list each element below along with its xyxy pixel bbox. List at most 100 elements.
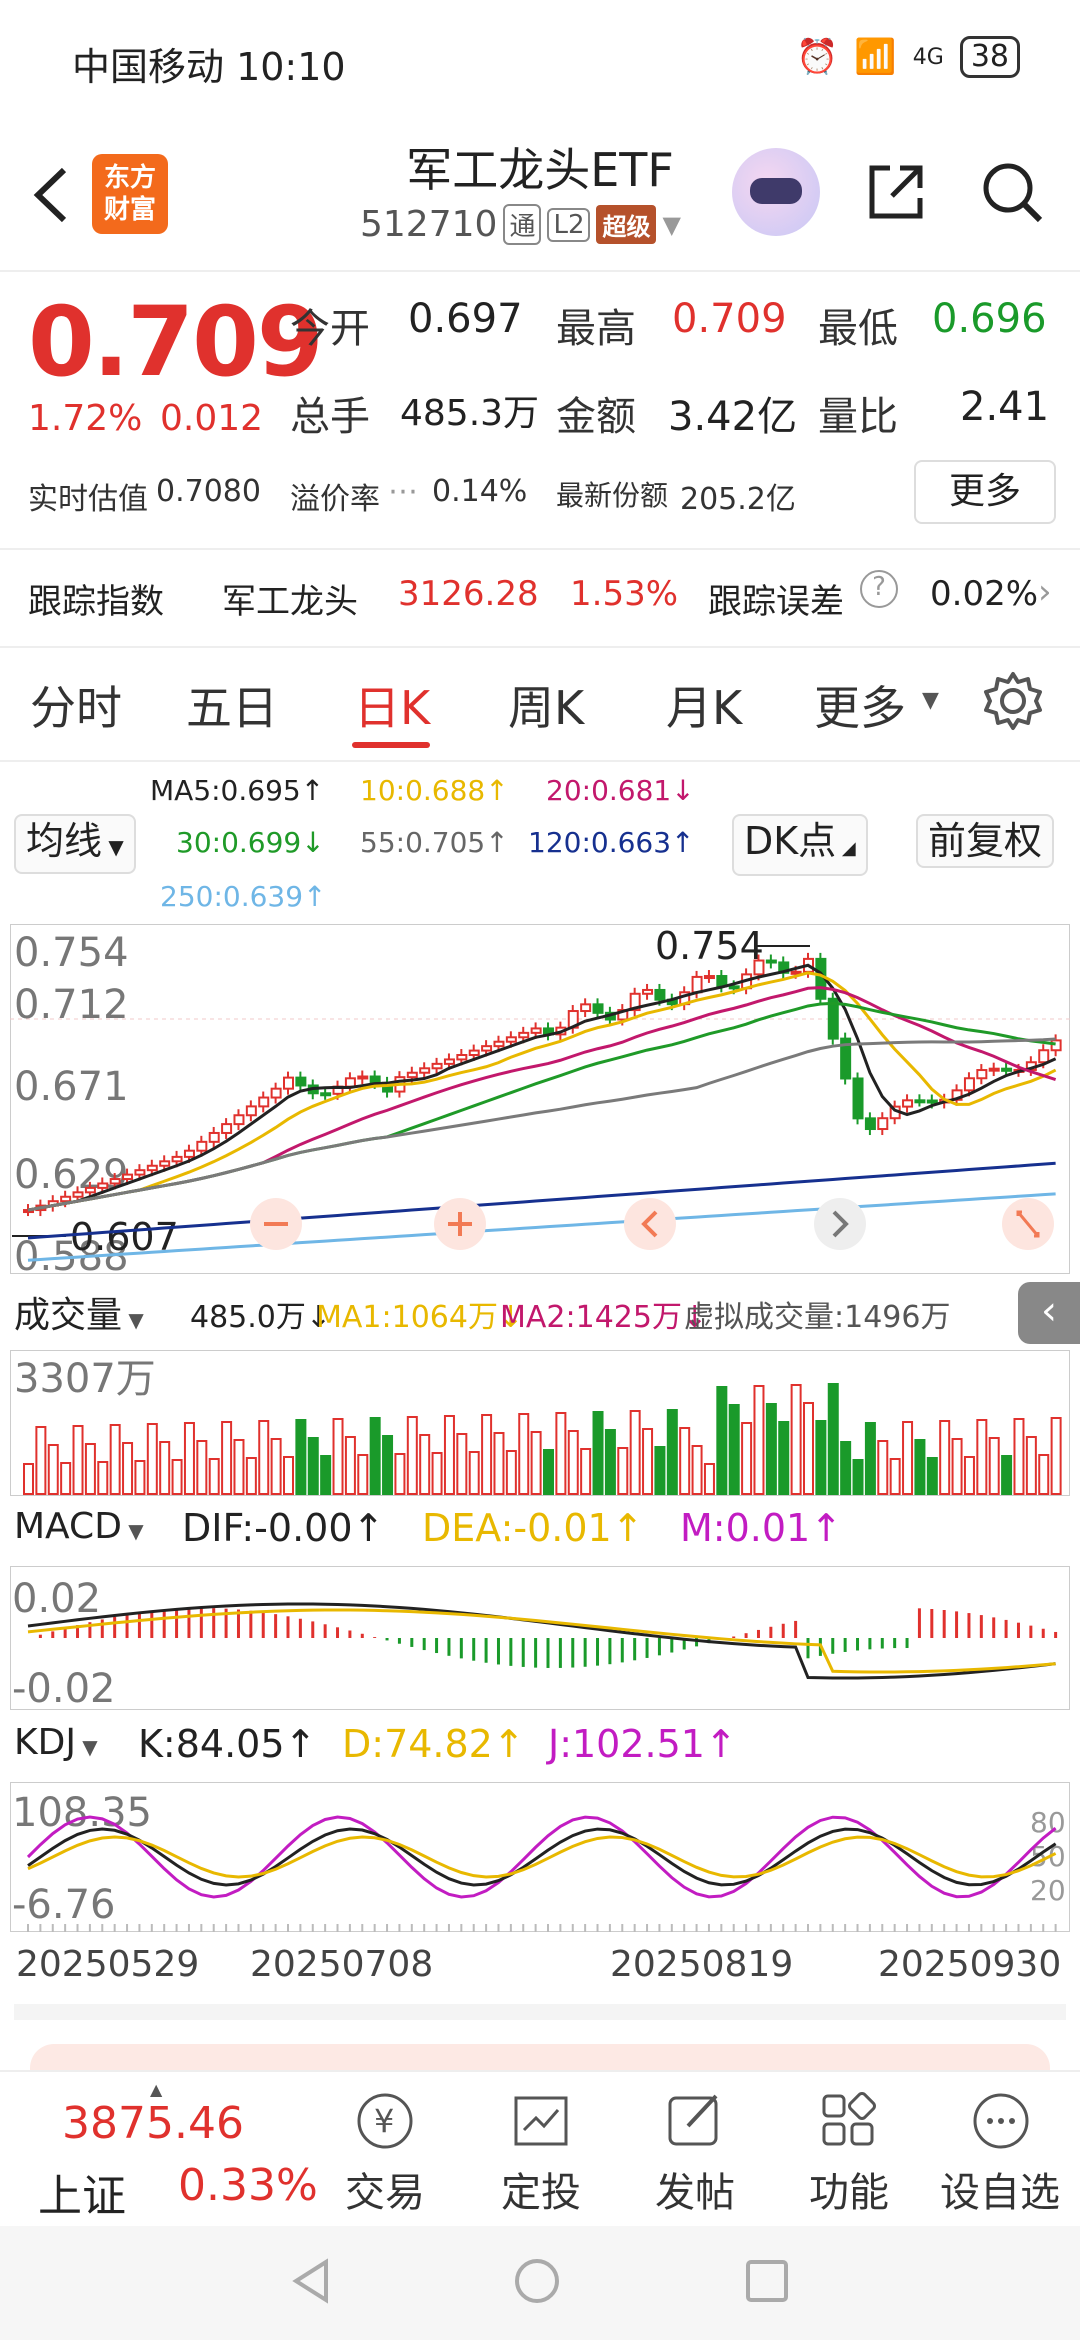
candle	[493, 1040, 505, 1048]
candle	[1038, 1049, 1050, 1064]
change-value: 0.012	[160, 398, 264, 439]
sh-index-name[interactable]: 上证	[38, 2160, 126, 2224]
caret-down-icon: ▼	[102, 835, 124, 859]
high-value: 0.709	[672, 296, 787, 342]
candle	[703, 975, 715, 980]
candle	[134, 1169, 146, 1176]
ma250-legend: 250:0.639↑	[160, 880, 327, 913]
sh-index-pct[interactable]: 0.33%	[178, 2160, 318, 2211]
tab-more[interactable]: 更多	[814, 672, 906, 738]
nav-recent-icon[interactable]	[742, 2256, 792, 2306]
volume-bar	[295, 1419, 307, 1495]
function-button[interactable]	[814, 2086, 884, 2160]
candle	[84, 1186, 96, 1194]
function-label[interactable]: 功能	[794, 2160, 904, 2218]
post-label[interactable]: 发帖	[640, 2160, 750, 2218]
collapse-panel-button[interactable]: ‹	[1018, 1282, 1080, 1344]
kline-chart[interactable]: 0.754 0.712 0.671 0.629 0.588 0.754 0.60…	[10, 924, 1070, 1274]
help-icon[interactable]: ?	[860, 570, 898, 608]
volume-label: 总手	[290, 394, 370, 440]
candle	[406, 1071, 418, 1079]
fuquan-button[interactable]: 前复权	[916, 814, 1055, 868]
index-caret-icon: ▲	[150, 2080, 163, 2099]
dk-button[interactable]: DK点 ◢	[732, 814, 868, 876]
volume-bar	[926, 1457, 938, 1495]
candle	[183, 1149, 195, 1158]
volume-bar	[642, 1428, 654, 1495]
candle	[530, 1027, 542, 1034]
tab-yuek[interactable]: 月K	[666, 672, 742, 738]
carrier-time: 中国移动 10:10	[72, 45, 346, 89]
candle	[914, 1099, 926, 1104]
nav-back-icon[interactable]	[286, 2256, 336, 2306]
edit-icon	[668, 2094, 718, 2146]
divider	[0, 760, 1080, 762]
invest-label[interactable]: 定投	[486, 2160, 596, 2218]
header: 东方 财富 军工龙头ETF 512710 通 L2 超级 ▼	[0, 120, 1080, 272]
invest-button[interactable]	[506, 2086, 576, 2160]
volume-bar	[703, 1463, 715, 1495]
volume-bar	[35, 1426, 47, 1495]
tab-wuri[interactable]: 五日	[186, 672, 278, 738]
tab-rik[interactable]: 日K	[354, 672, 430, 738]
candle	[295, 1076, 307, 1087]
volume-bar	[23, 1463, 34, 1495]
volume-bar	[914, 1439, 926, 1495]
settings-gear-icon[interactable]	[980, 668, 1046, 734]
share-icon[interactable]	[860, 156, 932, 228]
bottom-bar: ▲ 3875.46 上证 0.33% ¥ 交易 定投 发帖 功能 设自选	[0, 2070, 1080, 2228]
volume-bar	[963, 1456, 975, 1495]
tracking-row[interactable]: 跟踪指数 军工龙头 3126.28 1.53% 跟踪误差 ? 0.02% ›	[0, 548, 1080, 648]
candle	[481, 1045, 493, 1052]
trade-label[interactable]: 交易	[330, 2160, 440, 2218]
candle	[60, 1195, 72, 1203]
volume-chart: 3307万	[10, 1350, 1070, 1496]
sh-index-value[interactable]: 3875.46	[62, 2098, 244, 2149]
watchlist-label[interactable]: 设自选	[930, 2160, 1070, 2218]
nav-home-icon[interactable]	[512, 2256, 562, 2306]
tab-more-caret-icon: ▼	[922, 688, 939, 713]
super-tag[interactable]: 超级	[596, 205, 657, 244]
status-bar: 中国移动 10:10 ⏰ 📶 4G 38	[0, 0, 1080, 120]
volume-bar	[864, 1422, 876, 1495]
candle	[877, 1117, 889, 1131]
macd-select[interactable]: MACD ▼	[14, 1506, 144, 1547]
scroll-right-button[interactable]	[814, 1198, 866, 1250]
kdj-select[interactable]: KDJ ▼	[14, 1722, 98, 1763]
alarm-icon: ⏰	[796, 37, 839, 77]
tab-fenshi[interactable]: 分时	[30, 672, 122, 738]
post-button[interactable]	[660, 2086, 730, 2160]
volume-bar	[109, 1424, 121, 1495]
chevron-down-icon[interactable]: ▼	[662, 211, 680, 239]
candle	[926, 1099, 938, 1104]
ma10-legend: 10:0.688↑	[360, 774, 509, 807]
volume-bar	[716, 1386, 728, 1495]
kdj-k: K:84.05↑	[138, 1722, 317, 1766]
tracking-index-name: 军工龙头	[222, 582, 358, 622]
watchlist-button[interactable]	[966, 2086, 1036, 2160]
candle	[146, 1164, 158, 1172]
estimate-value: 0.7080	[156, 474, 261, 509]
volume-bar	[122, 1442, 134, 1495]
status-icons: ⏰ 📶 4G 38	[796, 36, 1020, 78]
svg-text:¥: ¥	[374, 2102, 394, 2140]
candle	[654, 988, 666, 1001]
volume-ma1: MA1:1064万↓	[316, 1300, 524, 1335]
volume-bar	[47, 1444, 59, 1495]
search-icon[interactable]	[976, 156, 1048, 228]
volume-select[interactable]: 成交量 ▼	[14, 1286, 144, 1338]
ma120-legend: 120:0.663↑	[528, 826, 695, 859]
volume-bar	[1050, 1417, 1062, 1495]
assistant-avatar[interactable]	[732, 148, 820, 236]
ma-select[interactable]: 均线 ▼	[14, 814, 136, 874]
more-button[interactable]: 更多	[914, 460, 1056, 524]
scroll-left-button[interactable]	[624, 1198, 676, 1250]
trade-button[interactable]: ¥	[340, 2086, 430, 2160]
candle	[159, 1160, 171, 1167]
kdj-j: J:102.51↑	[548, 1722, 737, 1766]
back-icon[interactable]	[22, 160, 82, 230]
date-label-4: 20250930	[878, 1944, 1062, 1985]
info-dots-icon[interactable]: ⋯	[388, 474, 418, 509]
volume-bar	[852, 1459, 864, 1495]
tab-zhouk[interactable]: 周K	[508, 672, 584, 738]
